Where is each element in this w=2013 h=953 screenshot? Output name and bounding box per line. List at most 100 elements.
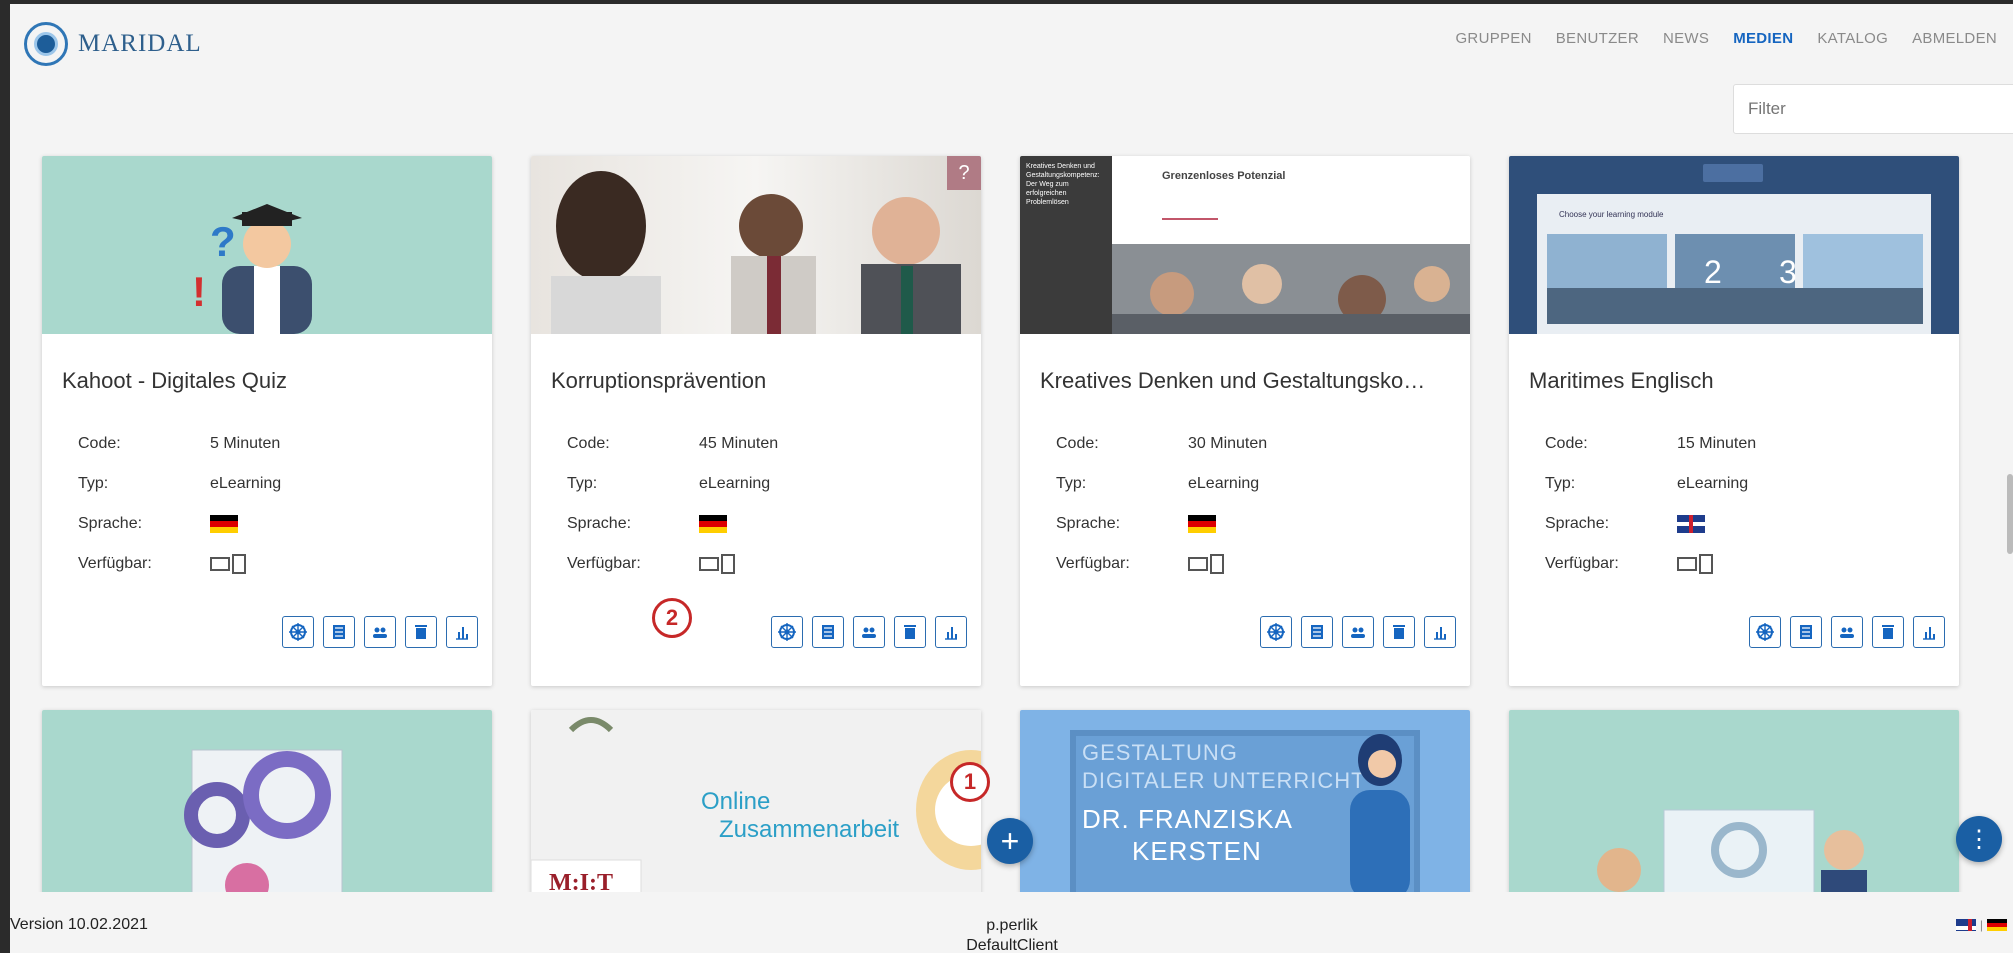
english-language-icon[interactable] <box>1955 919 1976 931</box>
thumb-banner: Choose your learning module <box>1559 210 1664 219</box>
card-title[interactable]: Kahoot - Digitales Quiz <box>62 368 477 394</box>
german-language-icon[interactable] <box>1987 919 2007 931</box>
nav-abmelden[interactable]: ABMELDEN <box>1900 30 2009 47</box>
groups-button[interactable] <box>364 616 396 648</box>
media-card[interactable]: Choose your learning module 2 3 Maritime… <box>1509 156 1959 686</box>
card-thumbnail: ? <box>531 156 981 334</box>
harbor-puzzle-image <box>1547 234 1923 324</box>
ship-wheel-icon <box>1267 623 1285 641</box>
delete-button[interactable] <box>1872 616 1904 648</box>
card-title[interactable]: Maritimes Englisch <box>1529 368 1944 394</box>
wheel-button[interactable] <box>771 616 803 648</box>
ship-wheel-icon <box>1756 623 1774 641</box>
thumb-text-dr: DR. FRANZISKA <box>1082 804 1293 834</box>
delete-button[interactable] <box>405 616 437 648</box>
code-label: Code: <box>1545 435 1588 452</box>
typ-label: Typ: <box>78 475 109 492</box>
scrollbar[interactable] <box>2007 474 2013 554</box>
media-card[interactable]: Kreatives Denken und Gestaltungskompeten… <box>1020 156 1470 686</box>
card-actions <box>1260 616 1456 648</box>
code-label: Code: <box>567 435 610 452</box>
filter-input[interactable] <box>1733 84 2013 134</box>
groups-button[interactable] <box>853 616 885 648</box>
code-value: 15 Minuten <box>1677 435 1757 452</box>
help-badge[interactable]: ? <box>947 156 981 190</box>
typ-value: eLearning <box>1188 475 1260 492</box>
gears-illustration <box>184 749 343 907</box>
svg-text:?: ? <box>210 218 236 265</box>
nav-katalog[interactable]: KATALOG <box>1805 30 1900 47</box>
maridal-small-logo-icon <box>1703 164 1763 182</box>
typ-label: Typ: <box>1545 475 1576 492</box>
stats-button[interactable] <box>1913 616 1945 648</box>
devices-icon <box>1188 554 1224 574</box>
groups-button[interactable] <box>1342 616 1374 648</box>
typ-label: Typ: <box>1056 475 1087 492</box>
more-options-button[interactable]: ⋮ <box>1956 816 2002 862</box>
ship-wheel-icon <box>778 623 796 641</box>
people-icon <box>862 627 876 638</box>
puzzle-number: 2 <box>1704 254 1722 290</box>
app-window: MARIDAL GRUPPEN BENUTZER NEWS MEDIEN KAT… <box>10 4 2013 953</box>
delete-button[interactable] <box>1383 616 1415 648</box>
media-card[interactable] <box>42 710 492 910</box>
nav-medien[interactable]: MEDIEN <box>1721 30 1805 47</box>
bar-chart-icon <box>1923 627 1935 640</box>
card-actions <box>1749 616 1945 648</box>
film-icon <box>1800 625 1812 639</box>
wheel-button[interactable] <box>282 616 314 648</box>
sprache-label: Sprache: <box>1545 515 1610 532</box>
username: p.perlik <box>986 917 1038 934</box>
card-meta: Code: 5 Minuten Typ: eLearning Sprache: Ve… <box>78 424 281 584</box>
thumb-heading: Grenzenloses Potenzial <box>1162 170 1286 182</box>
ship-wheel-icon <box>289 623 307 641</box>
bar-chart-icon <box>456 627 468 640</box>
code-label: Code: <box>1056 435 1099 452</box>
card-title[interactable]: Kreatives Denken und Gestaltungsko… <box>1040 368 1455 394</box>
add-media-button[interactable]: + <box>987 818 1033 864</box>
people-icon <box>373 627 387 638</box>
stats-button[interactable] <box>1424 616 1456 648</box>
card-thumbnail: Kreatives Denken und Gestaltungskompeten… <box>1020 156 1470 334</box>
media-card[interactable]: GESTALTUNG DIGITALER UNTERRICHT DR. FRAN… <box>1020 710 1470 910</box>
card-title[interactable]: Korruptionsprävention <box>551 368 966 394</box>
delete-button[interactable] <box>894 616 926 648</box>
user-info: p.perlik DefaultClient <box>952 916 1072 953</box>
media-card[interactable]: ? Korruptionsprävention Code: 45 Minuten … <box>531 156 981 686</box>
media-card[interactable]: Online Zusammenarbeit M:I:T <box>531 710 981 910</box>
workshop-photo <box>1112 244 1470 334</box>
thumb-text-gestaltung: GESTALTUNG <box>1082 740 1238 765</box>
nav-gruppen[interactable]: GRUPPEN <box>1443 30 1543 47</box>
trash-icon <box>1882 625 1894 639</box>
logo[interactable]: MARIDAL <box>24 22 202 66</box>
brand-name: MARIDAL <box>78 30 202 57</box>
wheel-button[interactable] <box>1260 616 1292 648</box>
media-card[interactable] <box>1509 710 1959 910</box>
content-button[interactable] <box>812 616 844 648</box>
callout-two: 2 <box>652 598 692 638</box>
content-button[interactable] <box>1301 616 1333 648</box>
sprache-label: Sprache: <box>78 515 143 532</box>
groups-button[interactable] <box>1831 616 1863 648</box>
stats-button[interactable] <box>446 616 478 648</box>
woman-illustration <box>1350 734 1410 900</box>
verfuegbar-label: Verfügbar: <box>78 555 152 572</box>
thumb-side-text: Kreatives Denken und Gestaltungskompeten… <box>1020 156 1112 334</box>
version-text: Version 10.02.2021 <box>10 916 148 933</box>
card-actions <box>282 616 478 648</box>
nav-benutzer[interactable]: BENUTZER <box>1544 30 1651 47</box>
content-button[interactable] <box>323 616 355 648</box>
verfuegbar-label: Verfügbar: <box>1545 555 1619 572</box>
callout-one: 1 <box>950 762 990 802</box>
bar-chart-icon <box>1434 627 1446 640</box>
card-meta: Code: 45 Minuten Typ: eLearning Sprache: V… <box>567 424 778 584</box>
media-card[interactable]: ? ! Kahoot - Digitales Quiz Code: 5 Minut… <box>42 156 492 686</box>
stats-button[interactable] <box>935 616 967 648</box>
nav-news[interactable]: NEWS <box>1651 30 1721 47</box>
card-actions <box>771 616 967 648</box>
card-thumbnail: Online Zusammenarbeit M:I:T <box>531 710 981 910</box>
content-button[interactable] <box>1790 616 1822 648</box>
wheel-button[interactable] <box>1749 616 1781 648</box>
film-icon <box>1311 625 1323 639</box>
trash-icon <box>415 625 427 639</box>
